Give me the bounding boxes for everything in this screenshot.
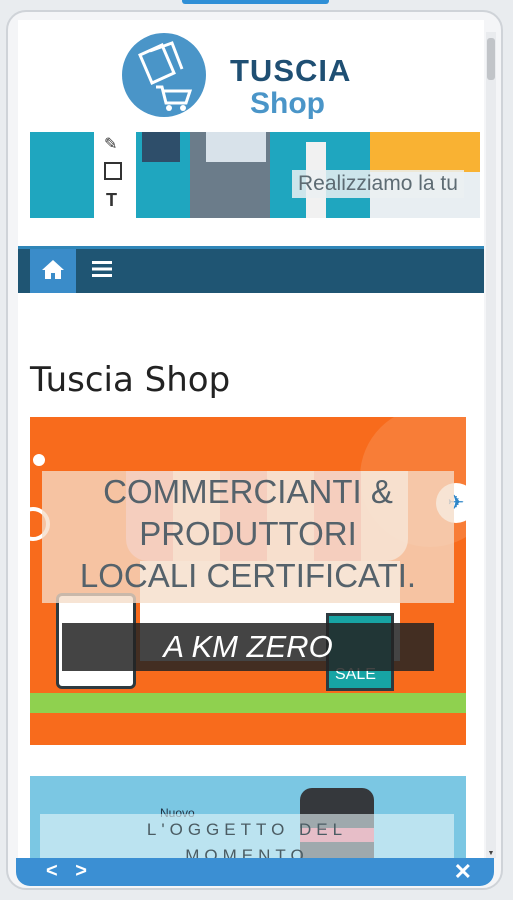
caption-line-3: LOCALI CERTIFICATI. bbox=[79, 557, 417, 594]
pencil-icon: ✎ bbox=[104, 136, 118, 153]
logo-text-shop: Shop bbox=[250, 87, 325, 120]
slide-caption-panel: COMMERCIANTI & PRODUTTORI LOCALI CERTIFI… bbox=[42, 471, 454, 603]
top-tab-indicator bbox=[182, 0, 329, 4]
banner-art-light-block bbox=[206, 132, 266, 162]
home-button[interactable] bbox=[30, 249, 76, 293]
slide2-caption-panel: L'OGGETTO DEL MOMENTO bbox=[40, 814, 454, 862]
promo-slide-featured-item[interactable]: Nuovo L'OGGETTO DEL MOMENTO bbox=[30, 776, 466, 862]
target-icon bbox=[30, 451, 48, 469]
selection-icon bbox=[104, 162, 122, 180]
header-banner: ✎ T Realizziamo la tu bbox=[30, 132, 480, 218]
text-tool-icon: T bbox=[106, 190, 117, 210]
logo-text-tuscia: TUSCIA bbox=[230, 53, 352, 88]
close-preview-button[interactable]: ✕ bbox=[454, 859, 472, 885]
site-logo[interactable]: TUSCIA Shop bbox=[122, 33, 362, 125]
slide2-line-1: L'OGGETTO DEL bbox=[146, 820, 348, 839]
vertical-scrollbar[interactable]: ▼ bbox=[486, 32, 496, 858]
banner-tagline: Realizziamo la tu bbox=[292, 170, 464, 198]
km-zero-badge: A KM ZERO bbox=[62, 623, 434, 671]
hamburger-menu-icon bbox=[92, 260, 112, 283]
caption-line-1: COMMERCIANTI & bbox=[103, 473, 393, 510]
promo-slide-local-producers[interactable]: ✈ SALE COMMERCIANTI & PRODUTTORI LOCALI … bbox=[30, 417, 466, 745]
caption-line-2: PRODUTTORI bbox=[139, 515, 357, 552]
scrollbar-thumb[interactable] bbox=[487, 38, 495, 80]
mobile-preview-frame: TUSCIA Shop ✎ T Realizziamo la tu Tuscia… bbox=[6, 10, 503, 890]
shopping-cart-logo-icon bbox=[122, 33, 206, 117]
menu-toggle-button[interactable] bbox=[82, 249, 122, 293]
code-arrows-button[interactable]: < > bbox=[46, 860, 93, 883]
preview-toolbar: < > ✕ bbox=[16, 858, 494, 886]
page-viewport: TUSCIA Shop ✎ T Realizziamo la tu Tuscia… bbox=[18, 20, 484, 862]
home-icon bbox=[41, 258, 65, 285]
page-title: Tuscia Shop bbox=[30, 360, 231, 400]
counter-shelf bbox=[30, 693, 466, 713]
grid-icon bbox=[142, 132, 180, 162]
main-navigation bbox=[18, 246, 484, 293]
scroll-down-arrow-icon[interactable]: ▼ bbox=[487, 850, 495, 858]
banner-art-orange-window bbox=[370, 132, 480, 172]
